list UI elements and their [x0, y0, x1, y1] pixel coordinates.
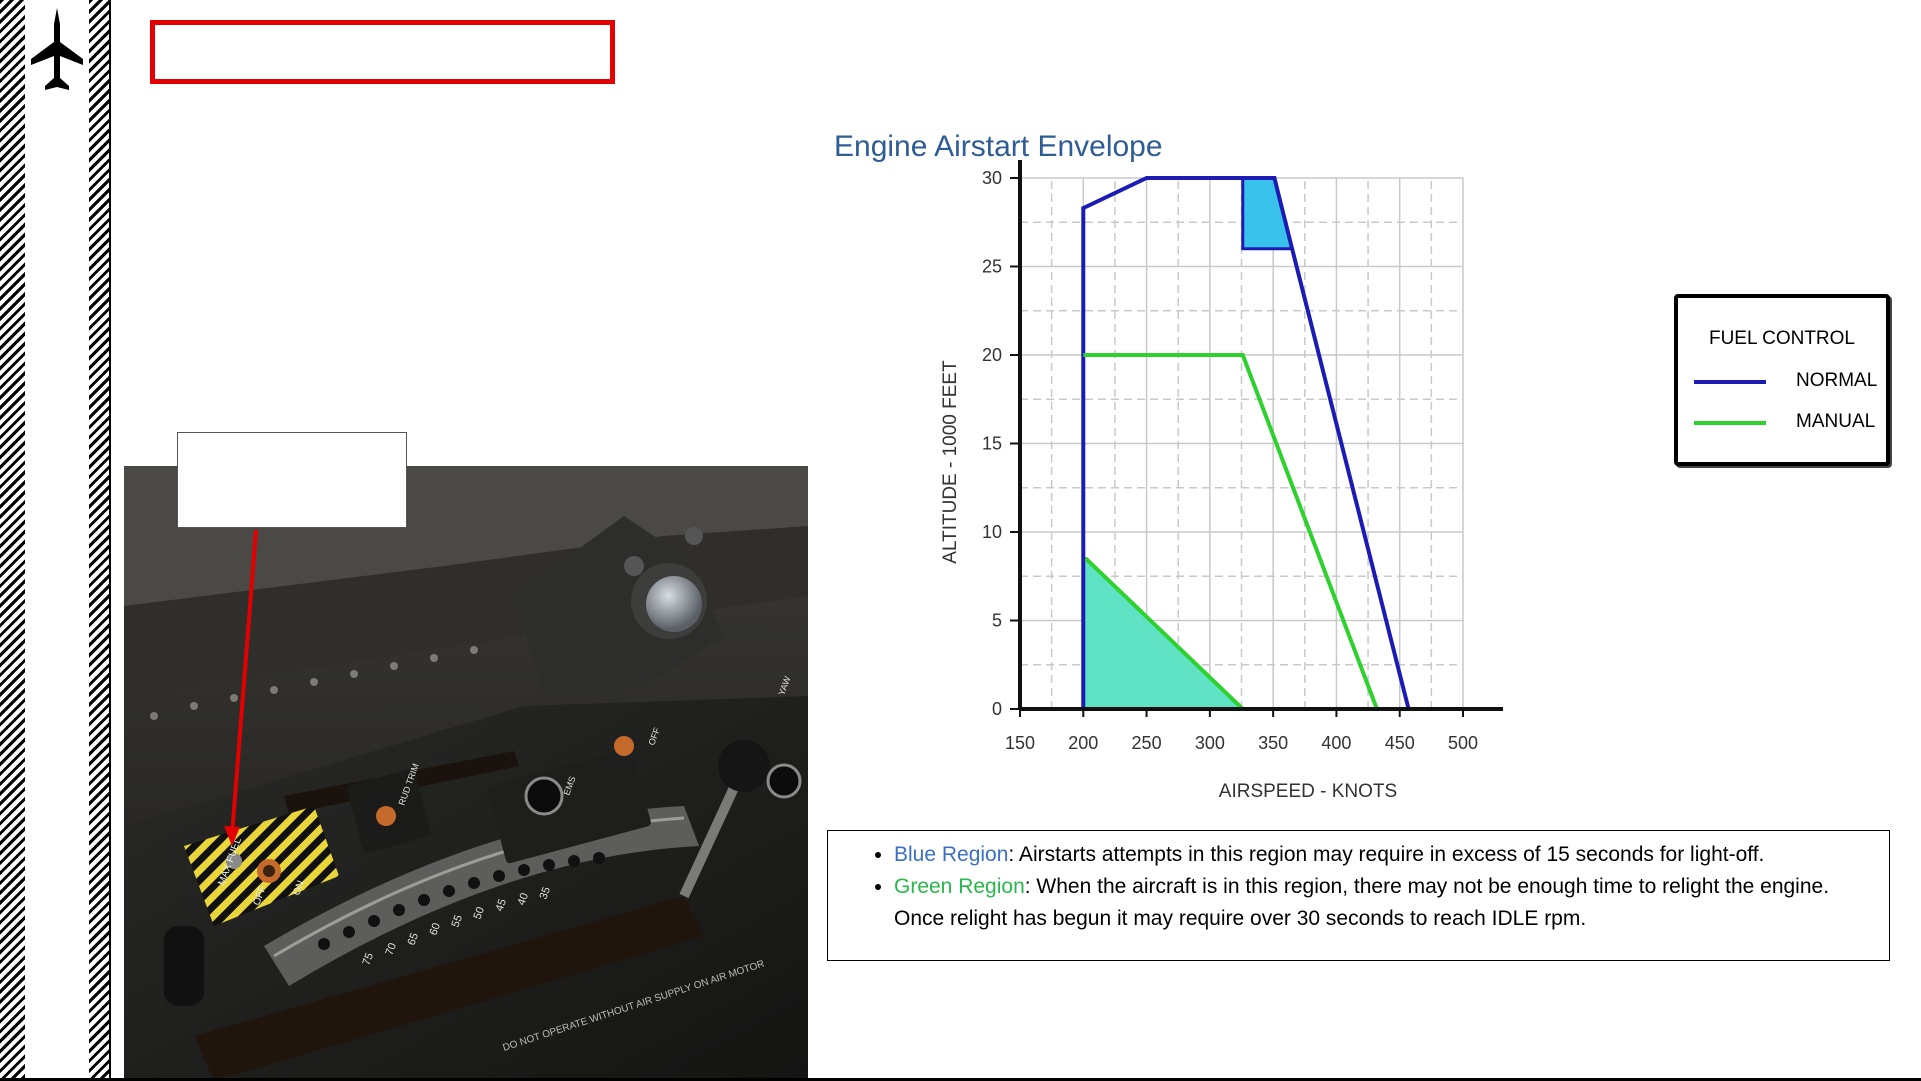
legend-item-manual: MANUAL	[1694, 411, 1884, 435]
chart-title: Engine Airstart Envelope	[834, 130, 1163, 163]
note-blue-text: : Airstarts attempts in this region may …	[1008, 843, 1765, 866]
slide-title-frame	[150, 20, 615, 84]
y-tick-label: 0	[992, 699, 1002, 719]
y-tick-label: 15	[982, 434, 1002, 454]
chart-y-axis-label: ALTITUDE - 1000 FEET	[940, 360, 961, 564]
legend-item-normal: NORMAL	[1694, 370, 1884, 394]
airstart-envelope-chart: 150 200 250 300 350 400 450 500 0 5 10 15 20 25 30 ALT…	[940, 160, 1503, 802]
x-tick-label: 200	[1068, 733, 1098, 753]
logo-column	[25, 0, 89, 1081]
legend-label-manual: MANUAL	[1796, 411, 1876, 432]
x-tick-label: 500	[1448, 733, 1478, 753]
x-tick-label: 150	[1005, 733, 1035, 753]
x-tick-label: 350	[1258, 733, 1288, 753]
x-tick-label: 250	[1132, 733, 1162, 753]
y-tick-label: 20	[982, 345, 1002, 365]
x-tick-label: 450	[1385, 733, 1415, 753]
y-tick-label: 25	[982, 257, 1002, 277]
jet-aircraft-icon	[31, 8, 83, 90]
note-blue-highlight: Blue Region	[894, 843, 1009, 866]
hatch-divider	[109, 0, 111, 1081]
cockpit-photo: 75 70 65 60 55 50 45 40 35 MAX FUEL OFF …	[124, 466, 808, 1081]
callout-box	[177, 432, 407, 528]
y-tick-label: 10	[982, 522, 1002, 542]
note-green-region: Green Region: When the aircraft is in th…	[894, 871, 1869, 935]
note-blue-region: Blue Region: Airstarts attempts in this …	[894, 839, 1869, 871]
legend-title: FUEL CONTROL	[1708, 328, 1856, 349]
note-green-text: : When the aircraft is in this region, t…	[894, 875, 1830, 930]
chart-x-axis-label: AIRSPEED - KNOTS	[1219, 781, 1397, 802]
legend-swatch-normal	[1694, 380, 1766, 384]
legend-swatch-manual	[1694, 421, 1766, 425]
y-tick-label: 30	[982, 168, 1002, 188]
y-tick-label: 5	[992, 611, 1002, 631]
x-tick-label: 300	[1195, 733, 1225, 753]
left-hatch-border	[0, 0, 25, 1081]
legend-label-normal: NORMAL	[1796, 370, 1878, 391]
chart-legend: FUEL CONTROL NORMAL MANUAL	[1674, 294, 1890, 466]
notes-list: Blue Region: Airstarts attempts in this …	[828, 839, 1869, 935]
note-green-highlight: Green Region	[894, 875, 1025, 898]
left-hatch-border-inner	[89, 0, 111, 1081]
cockpit-throttle-panel-image: 75 70 65 60 55 50 45 40 35 MAX FUEL OFF …	[124, 466, 808, 1081]
x-tick-label: 400	[1321, 733, 1351, 753]
notes-box: Blue Region: Airstarts attempts in this …	[827, 830, 1890, 961]
